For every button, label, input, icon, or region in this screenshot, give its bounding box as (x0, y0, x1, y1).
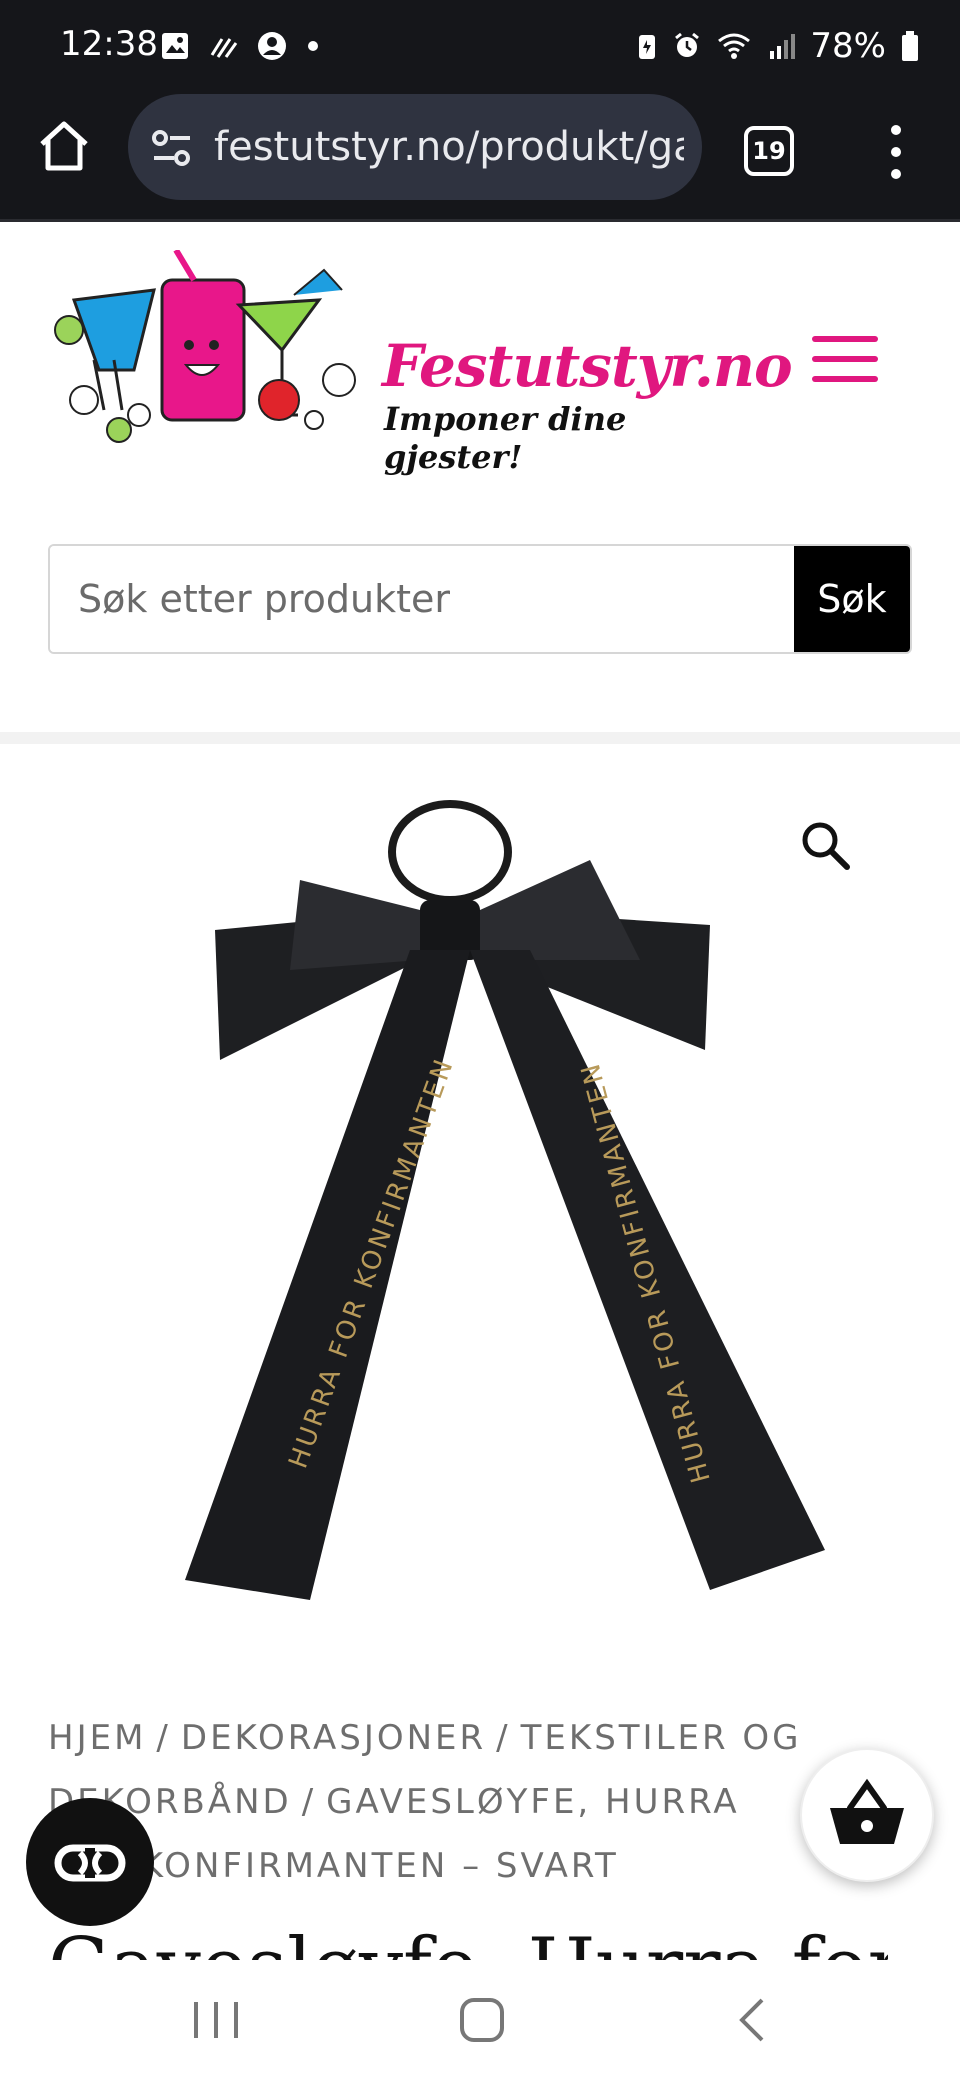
url-text[interactable]: festutstyr.no/produkt/gavesloyfe (214, 124, 684, 170)
ribbon-bow-image: HURRA FOR KONFIRMANTEN HURRA FOR KONFIRM… (185, 800, 825, 1600)
battery-icon (902, 31, 918, 61)
url-bar[interactable]: festutstyr.no/produkt/gavesloyfe (128, 94, 702, 200)
hamburger-icon[interactable] (812, 336, 878, 388)
dot-icon (308, 41, 318, 51)
battery-level: 78% (810, 26, 886, 66)
zoom-icon[interactable] (800, 820, 852, 872)
home-nav-icon[interactable] (452, 1994, 512, 2046)
product-title: Gavesløyfe, Hurra for (48, 1920, 888, 1960)
kebab-icon[interactable] (884, 122, 908, 182)
site-logo[interactable]: Festutstyr.no Imponer dine gjester! (44, 250, 793, 476)
section-divider (0, 732, 960, 744)
alarm-icon (675, 32, 700, 57)
accessibility-button[interactable] (26, 1798, 154, 1926)
browser-toolbar: festutstyr.no/produkt/gavesloyfe 19 (0, 92, 960, 222)
cart-icon (830, 1778, 904, 1844)
logo-artwork (54, 250, 356, 443)
search-button[interactable]: Søk (794, 546, 910, 652)
tab-switcher-button[interactable]: 19 (744, 126, 794, 176)
breadcrumb: Hjem / Dekorasjoner / Tekstiler og dekorbånd… (48, 1718, 802, 1886)
product-image[interactable]: HURRA FOR KONFIRMANTEN HURRA FOR KONFIRM… (120, 790, 840, 1630)
status-bar: 12:38 78% (0, 0, 960, 92)
cell-signal-icon (770, 34, 796, 59)
battery-saver-icon (639, 35, 656, 59)
status-time: 12:38 (60, 24, 158, 64)
product-title-text: Gavesløyfe, Hurra for (48, 1928, 888, 1960)
system-nav-bar (0, 1960, 960, 2080)
signal-bars-icon (210, 38, 238, 58)
search-input[interactable] (50, 546, 796, 652)
wifi-icon (718, 33, 751, 59)
brand-name: Festutstyr.no (382, 332, 793, 400)
recents-icon[interactable] (186, 1994, 246, 2046)
back-icon[interactable] (724, 1994, 784, 2046)
home-icon[interactable] (34, 116, 94, 176)
cart-button[interactable] (800, 1748, 934, 1882)
account-icon (258, 32, 286, 60)
brand-tagline: Imponer dine gjester! (384, 400, 627, 476)
breadcrumb-link-dekorasjoner[interactable]: Dekorasjoner (181, 1718, 486, 1758)
product-search: Søk (48, 544, 912, 654)
breadcrumb-link-home[interactable]: Hjem (48, 1718, 146, 1758)
gallery-icon (162, 33, 188, 59)
accessibility-icon (54, 1844, 126, 1882)
tune-icon[interactable] (150, 128, 194, 168)
